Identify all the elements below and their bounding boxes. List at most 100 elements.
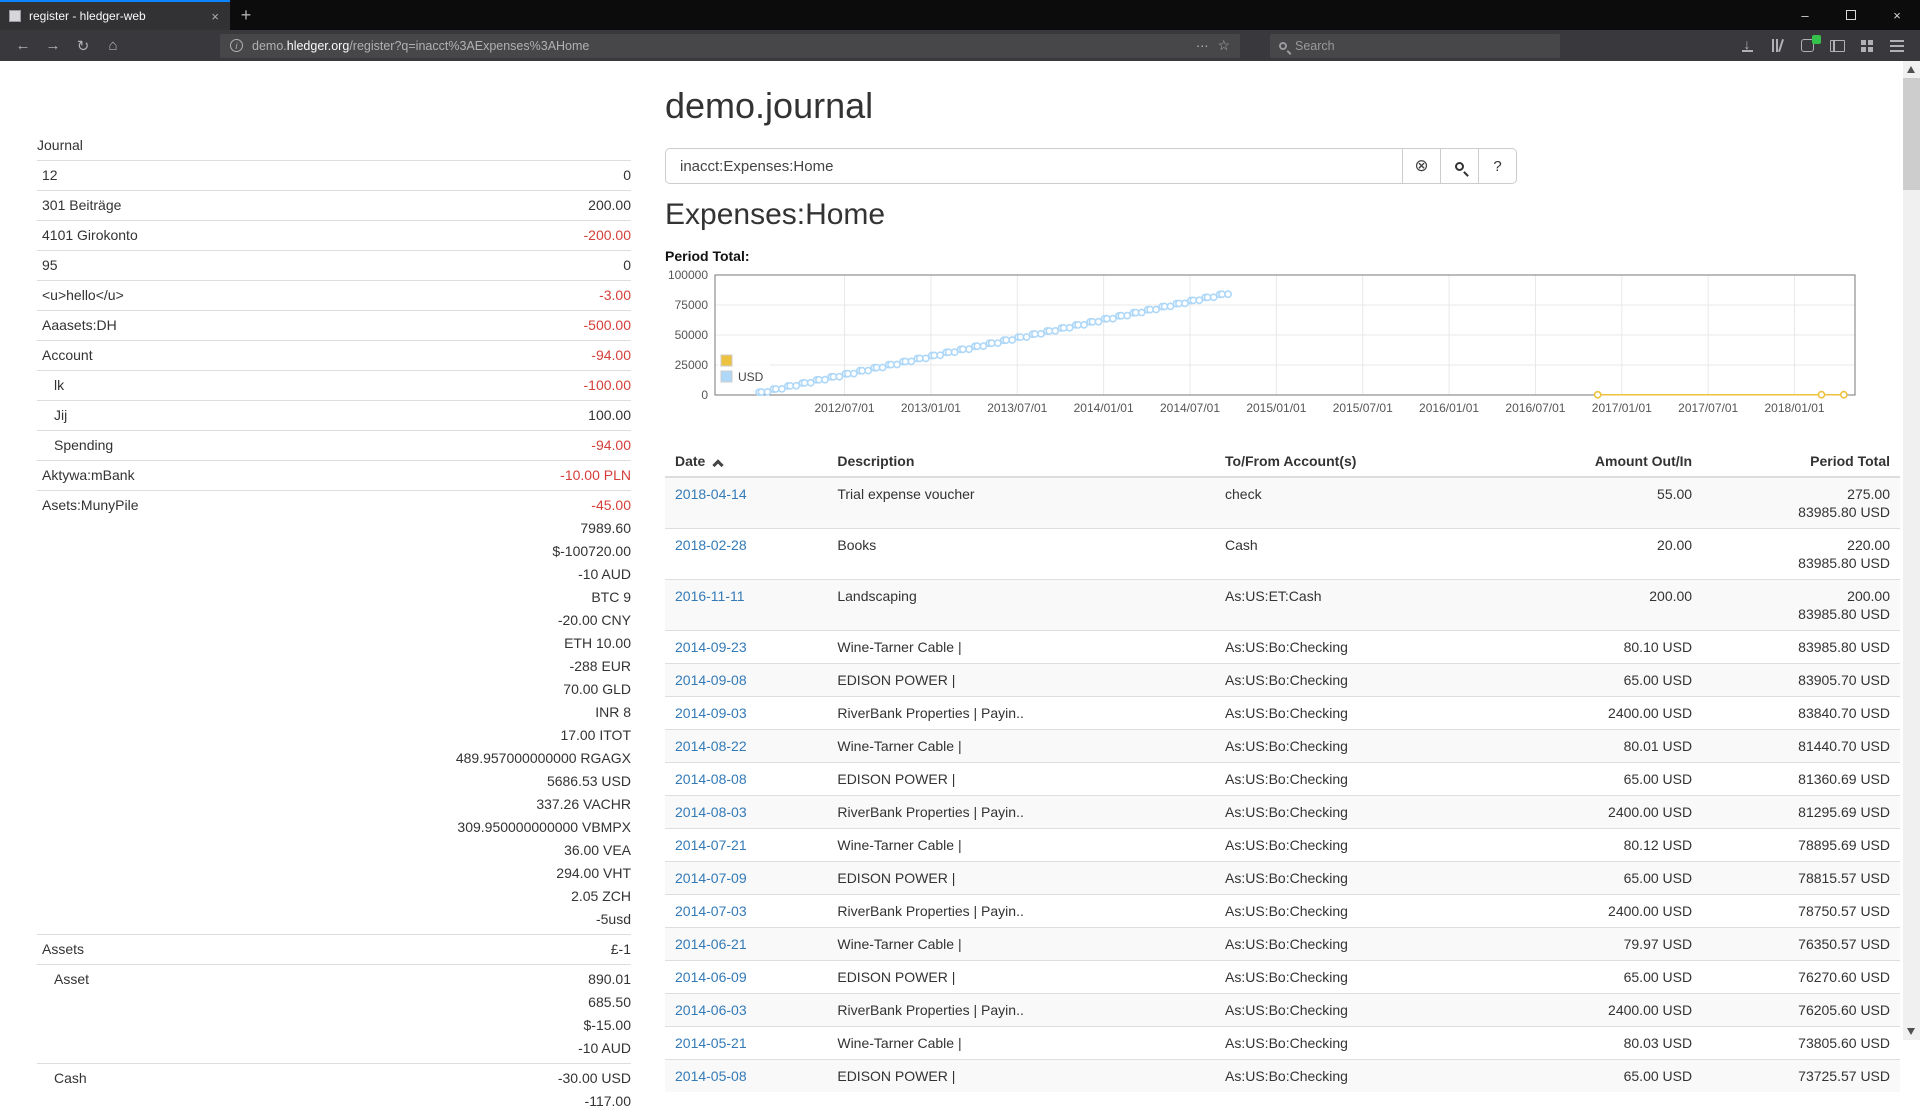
sidebar-account-link[interactable]: 301 Beiträge	[42, 197, 121, 213]
transaction-date-link[interactable]: 2014-07-09	[675, 870, 747, 886]
transaction-account: As:US:Bo:Checking	[1215, 1027, 1479, 1060]
chart-title: Period Total:	[665, 248, 1900, 264]
tab-close-icon[interactable]: ×	[209, 9, 221, 24]
transaction-date-link[interactable]: 2014-06-09	[675, 969, 747, 985]
clear-search-button[interactable]: ⊗	[1403, 148, 1441, 184]
search-form: ⊗ ?	[665, 148, 1517, 184]
sidebar-account-row: Spending -94.00	[37, 431, 631, 461]
sidebar-account-link[interactable]: 95	[42, 257, 58, 273]
transaction-date-link[interactable]: 2016-11-11	[675, 588, 745, 604]
site-info-icon[interactable]: i	[230, 39, 243, 52]
sidebar-account-link[interactable]: Spending	[54, 437, 113, 453]
transaction-description: Books	[827, 529, 1215, 580]
transaction-date-link[interactable]: 2014-08-22	[675, 738, 747, 754]
transaction-date-link[interactable]: 2018-02-28	[675, 537, 747, 553]
transaction-date-link[interactable]: 2014-06-03	[675, 1002, 747, 1018]
browser-search-placeholder: Search	[1295, 39, 1335, 53]
transaction-description: EDISON POWER |	[827, 862, 1215, 895]
url-bar[interactable]: i demo.hledger.org/register?q=inacct%3AE…	[220, 34, 1240, 58]
register-row: 2014-07-03RiverBank Properties | Payin..…	[665, 895, 1900, 928]
forward-button[interactable]: →	[38, 33, 68, 59]
grid-icon[interactable]	[1852, 33, 1882, 59]
svg-text:2012/07/01: 2012/07/01	[815, 401, 875, 415]
sidebar-account-link[interactable]: 12	[42, 167, 58, 183]
bookmark-star-icon[interactable]: ☆	[1217, 37, 1230, 54]
download-icon[interactable]: ↓	[1732, 33, 1762, 59]
account-balance: -200.00	[255, 224, 631, 247]
transaction-date-link[interactable]: 2014-09-23	[675, 639, 747, 655]
extension-icon[interactable]	[1792, 33, 1822, 59]
journal-link[interactable]: Journal	[37, 137, 83, 153]
column-date[interactable]: Date	[665, 446, 827, 477]
browser-search-bar[interactable]: Search	[1270, 34, 1560, 58]
transaction-date-link[interactable]: 2014-05-21	[675, 1035, 747, 1051]
sidebar-account-link[interactable]: Aktywa:mBank	[42, 467, 135, 483]
period-total: 73805.60 USD	[1702, 1027, 1900, 1060]
transaction-account: As:US:Bo:Checking	[1215, 862, 1479, 895]
library-icon[interactable]	[1762, 33, 1792, 59]
back-button[interactable]: ←	[8, 33, 38, 59]
sidebar-account-link[interactable]: Asets:MunyPile	[42, 497, 138, 513]
sidebar-account-link[interactable]: Aaasets:DH	[42, 317, 117, 333]
window-maximize-button[interactable]	[1828, 0, 1874, 30]
account-balance: -5usd	[255, 908, 631, 931]
scroll-up-icon[interactable]	[1907, 66, 1915, 73]
sidebar-toggle-icon[interactable]	[1822, 33, 1852, 59]
transaction-date-link[interactable]: 2014-07-03	[675, 903, 747, 919]
new-tab-button[interactable]: +	[230, 0, 262, 30]
sidebar-account-link[interactable]: <u>hello</u>	[42, 287, 124, 303]
account-balance: 70.00 GLD	[255, 678, 631, 701]
search-query-input[interactable]	[665, 148, 1403, 184]
sidebar-account-link[interactable]: 4101 Girokonto	[42, 227, 138, 243]
account-balance: -288 EUR	[255, 655, 631, 678]
account-balance: -94.00	[255, 434, 631, 457]
transaction-date-link[interactable]: 2014-06-21	[675, 936, 747, 952]
period-total: 78750.57 USD	[1702, 895, 1900, 928]
transaction-date-link[interactable]: 2014-08-03	[675, 804, 747, 820]
account-balance: $-100720.00	[255, 540, 631, 563]
menu-icon[interactable]	[1882, 33, 1912, 59]
account-balance: 0	[255, 164, 631, 187]
home-button[interactable]: ⌂	[98, 33, 128, 59]
register-row: 2014-05-21Wine-Tarner Cable |As:US:Bo:Ch…	[665, 1027, 1900, 1060]
window-minimize-button[interactable]: –	[1782, 0, 1828, 30]
sidebar-account-link[interactable]: Cash	[54, 1070, 87, 1086]
sidebar-account-link[interactable]: Assets	[42, 941, 84, 957]
transaction-date-link[interactable]: 2014-09-08	[675, 672, 747, 688]
window-close-button[interactable]: ×	[1874, 0, 1920, 30]
sidebar-account-link[interactable]: Account	[42, 347, 93, 363]
sidebar-account-row: 4101 Girokonto -200.00	[37, 221, 631, 251]
transaction-date-link[interactable]: 2018-04-14	[675, 486, 747, 502]
svg-text:2013/01/01: 2013/01/01	[901, 401, 961, 415]
transaction-amount: 20.00	[1479, 529, 1702, 580]
transaction-date-link[interactable]: 2014-08-08	[675, 771, 747, 787]
register-row: 2014-08-22Wine-Tarner Cable |As:US:Bo:Ch…	[665, 730, 1900, 763]
scroll-down-icon[interactable]	[1907, 1028, 1915, 1035]
sidebar-account-link[interactable]: Asset	[54, 971, 89, 987]
transaction-description: Wine-Tarner Cable |	[827, 631, 1215, 664]
register-row: 2014-06-03RiverBank Properties | Payin..…	[665, 994, 1900, 1027]
tab-title: register - hledger-web	[29, 9, 201, 23]
transaction-date-link[interactable]: 2014-07-21	[675, 837, 747, 853]
sidebar-account-row: <u>hello</u>-3.00	[37, 281, 631, 311]
account-balance: £-1	[255, 938, 631, 961]
sidebar-account-link[interactable]: Jij	[54, 407, 67, 423]
transaction-amount: 2400.00 USD	[1479, 697, 1702, 730]
search-button[interactable]	[1441, 148, 1479, 184]
browser-tab[interactable]: register - hledger-web ×	[0, 0, 230, 30]
transaction-description: Wine-Tarner Cable |	[827, 730, 1215, 763]
accounts-sidebar: Journal 120301 Beiträge200.004101 Giroko…	[0, 61, 637, 1040]
reload-button[interactable]: ↻	[68, 33, 98, 59]
scrollbar-thumb[interactable]	[1903, 78, 1920, 190]
page-title: demo.journal	[665, 86, 1900, 126]
transaction-date-link[interactable]: 2014-09-03	[675, 705, 747, 721]
sidebar-account-row: 301 Beiträge200.00	[37, 191, 631, 221]
help-button[interactable]: ?	[1479, 148, 1517, 184]
transaction-account: As:US:Bo:Checking	[1215, 928, 1479, 961]
column-account: To/From Account(s)	[1215, 446, 1479, 477]
vertical-scrollbar[interactable]	[1903, 61, 1920, 1040]
sidebar-account-link[interactable]: lk	[54, 377, 64, 393]
transaction-date-link[interactable]: 2014-05-08	[675, 1068, 747, 1084]
period-total: 83905.70 USD	[1702, 664, 1900, 697]
page-actions-icon[interactable]: ⋯	[1196, 38, 1209, 53]
